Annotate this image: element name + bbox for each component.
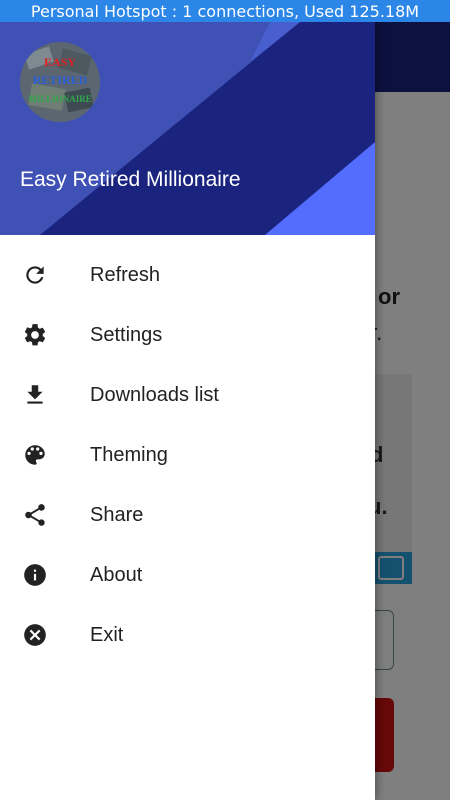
svg-text:MILLIONAIRE: MILLIONAIRE xyxy=(28,94,92,104)
menu-label: Downloads list xyxy=(90,383,219,406)
status-bar-text: Personal Hotspot : 1 connections, Used 1… xyxy=(30,1,420,21)
app-logo-icon: EASY RETIRED MILLIONAIRE xyxy=(20,42,100,122)
navigation-drawer: EASY RETIRED MILLIONAIRE Easy Retired Mi… xyxy=(0,22,375,800)
menu-item-refresh[interactable]: Refresh xyxy=(0,245,375,305)
app-title: Easy Retired Millionaire xyxy=(20,168,241,191)
gear-icon xyxy=(22,322,48,348)
refresh-icon xyxy=(22,262,48,288)
menu-item-about[interactable]: About xyxy=(0,545,375,605)
svg-text:EASY: EASY xyxy=(44,55,76,69)
menu-label: Exit xyxy=(90,623,124,646)
drawer-menu: Refresh Settings Downloads list Theming … xyxy=(0,235,375,665)
menu-item-downloads-list[interactable]: Downloads list xyxy=(0,365,375,425)
drawer-header: EASY RETIRED MILLIONAIRE Easy Retired Mi… xyxy=(0,22,375,235)
download-icon xyxy=(22,382,48,408)
menu-item-share[interactable]: Share xyxy=(0,485,375,545)
app-logo-avatar: EASY RETIRED MILLIONAIRE xyxy=(20,42,100,122)
menu-label: Refresh xyxy=(90,263,161,286)
svg-text:RETIRED: RETIRED xyxy=(33,73,88,87)
menu-item-exit[interactable]: Exit xyxy=(0,605,375,665)
menu-item-theming[interactable]: Theming xyxy=(0,425,375,485)
close-circle-icon xyxy=(22,622,48,648)
menu-label: Theming xyxy=(90,443,168,466)
palette-icon xyxy=(22,442,48,468)
menu-label: Settings xyxy=(90,323,163,346)
menu-label: Share xyxy=(90,503,144,526)
info-icon xyxy=(22,562,48,588)
menu-label: About xyxy=(90,563,143,586)
menu-item-settings[interactable]: Settings xyxy=(0,305,375,365)
share-icon xyxy=(22,502,48,528)
status-bar: Personal Hotspot : 1 connections, Used 1… xyxy=(0,0,450,22)
